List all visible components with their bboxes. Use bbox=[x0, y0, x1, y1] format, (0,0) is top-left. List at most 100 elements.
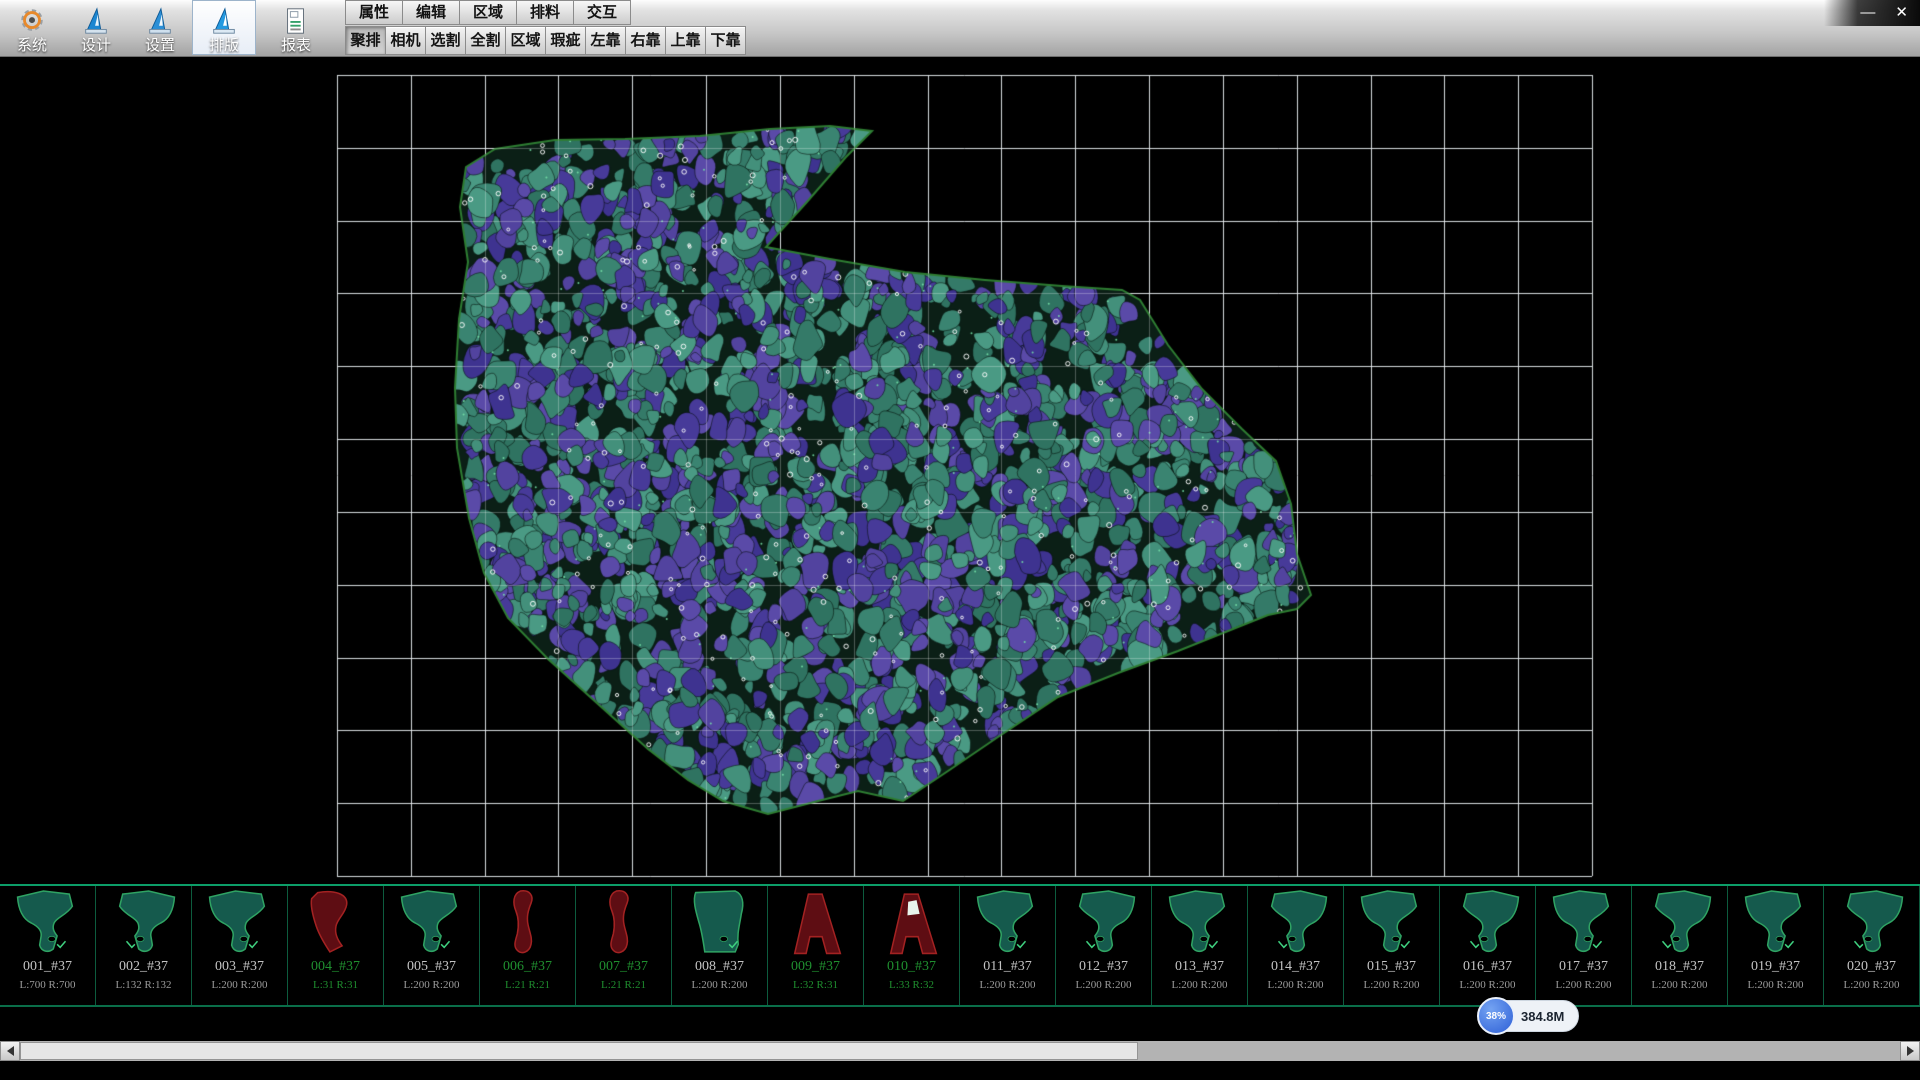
piece-info: L:21 R:21 bbox=[505, 979, 550, 991]
piece-info: L:33 R:32 bbox=[889, 979, 934, 991]
layout-icon bbox=[209, 5, 239, 37]
piece-thumbnail[interactable]: 012_#37L:200 R:200 bbox=[1056, 886, 1152, 1005]
scrollbar-thumb[interactable] bbox=[20, 1042, 1138, 1060]
piece-thumbnail[interactable]: 016_#37 L:200 R:200 bbox=[1440, 886, 1536, 1005]
tool-button-0[interactable]: 聚排 bbox=[345, 26, 386, 55]
piece-thumbnail[interactable]: 015_#37 L:200 R:200 bbox=[1344, 886, 1440, 1005]
piece-label: 004_#37 bbox=[311, 959, 360, 975]
piece-label: 015_#37 bbox=[1367, 959, 1416, 975]
scroll-left-button[interactable] bbox=[0, 1041, 20, 1061]
piece-info: L:200 R:200 bbox=[1172, 979, 1228, 991]
main-button-design[interactable]: 设计 bbox=[64, 0, 128, 55]
progress-indicator: 38% bbox=[1477, 997, 1515, 1035]
piece-label: 009_#37 bbox=[791, 959, 840, 975]
piece-shape-icon bbox=[967, 888, 1049, 958]
piece-info: L:32 R:31 bbox=[793, 979, 838, 991]
piece-shape-icon bbox=[1351, 888, 1433, 958]
piece-thumbnail[interactable]: 003_#37L:200 R:200 bbox=[192, 886, 288, 1005]
piece-thumbnail[interactable]: 019_#37L:200 R:200 bbox=[1728, 886, 1824, 1005]
piece-shape-icon bbox=[679, 888, 761, 958]
menu-tab-1[interactable]: 编辑 bbox=[402, 0, 460, 25]
piece-thumbnail[interactable]: 020_#37L:200 R:200 bbox=[1824, 886, 1920, 1005]
piece-shape-icon bbox=[487, 888, 569, 958]
menu-tab-4[interactable]: 交互 bbox=[573, 0, 631, 25]
memory-value: 384.8M bbox=[1521, 1009, 1564, 1024]
piece-thumbnail[interactable]: 009_#37 L:32 R:31 bbox=[768, 886, 864, 1005]
gear-icon bbox=[17, 5, 47, 37]
piece-label: 002_#37 bbox=[119, 959, 168, 975]
tool-button-8[interactable]: 上靠 bbox=[665, 26, 706, 55]
main-button-system[interactable]: 系统 bbox=[0, 0, 64, 55]
piece-thumbnail[interactable]: 001_#37L:700 R:700 bbox=[0, 886, 96, 1005]
menu-tab-2[interactable]: 区域 bbox=[459, 0, 517, 25]
piece-info: L:200 R:200 bbox=[1652, 979, 1708, 991]
main-button-label: 设置 bbox=[145, 37, 175, 54]
tool-button-5[interactable]: 瑕疵 bbox=[545, 26, 586, 55]
piece-shape-icon bbox=[7, 888, 89, 958]
piece-shape-icon bbox=[103, 888, 185, 958]
piece-info: L:200 R:200 bbox=[1844, 979, 1900, 991]
piece-label: 003_#37 bbox=[215, 959, 264, 975]
scroll-left-arrow-icon bbox=[7, 1046, 14, 1056]
piece-thumbnail[interactable]: 010_#37 L:33 R:32 bbox=[864, 886, 960, 1005]
status-widget: 38% 384.8M bbox=[1480, 1000, 1579, 1032]
piece-label: 013_#37 bbox=[1175, 959, 1224, 975]
tool-button-1[interactable]: 相机 bbox=[385, 26, 426, 55]
tool-button-4[interactable]: 区域 bbox=[505, 26, 546, 55]
piece-info: L:200 R:200 bbox=[1460, 979, 1516, 991]
tool-button-9[interactable]: 下靠 bbox=[705, 26, 746, 55]
close-button[interactable]: ✕ bbox=[1895, 1, 1908, 25]
horizontal-scrollbar[interactable] bbox=[0, 1041, 1920, 1061]
piece-info: L:200 R:200 bbox=[1364, 979, 1420, 991]
piece-thumbnail[interactable]: 018_#37 L:200 R:200 bbox=[1632, 886, 1728, 1005]
piece-label: 005_#37 bbox=[407, 959, 456, 975]
tool-button-6[interactable]: 左靠 bbox=[585, 26, 626, 55]
piece-info: L:200 R:200 bbox=[692, 979, 748, 991]
piece-thumbnail[interactable]: 014_#37L:200 R:200 bbox=[1248, 886, 1344, 1005]
piece-shape-icon bbox=[1831, 888, 1913, 958]
piece-thumbnail[interactable]: 013_#37 L:200 R:200 bbox=[1152, 886, 1248, 1005]
piece-thumbnail[interactable]: 004_#37 L:31 R:31 bbox=[288, 886, 384, 1005]
piece-thumbnail[interactable]: 002_#37 L:132 R:132 bbox=[96, 886, 192, 1005]
piece-info: L:31 R:31 bbox=[313, 979, 358, 991]
piece-label: 010_#37 bbox=[887, 959, 936, 975]
piece-shape-icon bbox=[1255, 888, 1337, 958]
report-icon bbox=[281, 5, 311, 37]
piece-info: L:200 R:200 bbox=[1556, 979, 1612, 991]
piece-shape-icon bbox=[1543, 888, 1625, 958]
piece-label: 012_#37 bbox=[1079, 959, 1128, 975]
top-toolbar: 系统设计设置排版报表 属性编辑区域排料交互 聚排相机选割全割区域瑕疵左靠右靠上靠… bbox=[0, 0, 1920, 57]
tool-button-7[interactable]: 右靠 bbox=[625, 26, 666, 55]
tool-button-2[interactable]: 选割 bbox=[425, 26, 466, 55]
piece-label: 016_#37 bbox=[1463, 959, 1512, 975]
piece-thumbnail[interactable]: 005_#37 L:200 R:200 bbox=[384, 886, 480, 1005]
piece-info: L:132 R:132 bbox=[116, 979, 172, 991]
main-button-layout[interactable]: 排版 bbox=[192, 0, 256, 55]
piece-label: 007_#37 bbox=[599, 959, 648, 975]
memory-pill: 38% 384.8M bbox=[1480, 1000, 1579, 1032]
piece-info: L:200 R:200 bbox=[404, 979, 460, 991]
piece-info: L:200 R:200 bbox=[980, 979, 1036, 991]
main-button-label: 排版 bbox=[209, 37, 239, 54]
window-controls: — ✕ bbox=[1824, 0, 1920, 26]
design-icon bbox=[81, 5, 111, 37]
tool-button-bar: 聚排相机选割全割区域瑕疵左靠右靠上靠下靠 bbox=[345, 26, 745, 55]
nesting-canvas[interactable] bbox=[0, 57, 1920, 884]
menu-tab-3[interactable]: 排料 bbox=[516, 0, 574, 25]
tool-button-3[interactable]: 全割 bbox=[465, 26, 506, 55]
piece-shape-icon bbox=[1735, 888, 1817, 958]
main-button-report[interactable]: 报表 bbox=[264, 0, 328, 55]
piece-thumbnail[interactable]: 008_#37L:200 R:200 bbox=[672, 886, 768, 1005]
piece-shape-icon bbox=[1063, 888, 1145, 958]
minimize-button[interactable]: — bbox=[1860, 1, 1875, 25]
menu-tab-0[interactable]: 属性 bbox=[345, 0, 403, 25]
main-button-settings[interactable]: 设置 bbox=[128, 0, 192, 55]
piece-thumbnail[interactable]: 017_#37L:200 R:200 bbox=[1536, 886, 1632, 1005]
settings-icon bbox=[145, 5, 175, 37]
piece-thumbnail[interactable]: 007_#37L:21 R:21 bbox=[576, 886, 672, 1005]
piece-thumbnail[interactable]: 011_#37L:200 R:200 bbox=[960, 886, 1056, 1005]
piece-label: 006_#37 bbox=[503, 959, 552, 975]
piece-thumbnail[interactable]: 006_#37 L:21 R:21 bbox=[480, 886, 576, 1005]
scroll-right-button[interactable] bbox=[1900, 1041, 1920, 1061]
piece-label: 018_#37 bbox=[1655, 959, 1704, 975]
